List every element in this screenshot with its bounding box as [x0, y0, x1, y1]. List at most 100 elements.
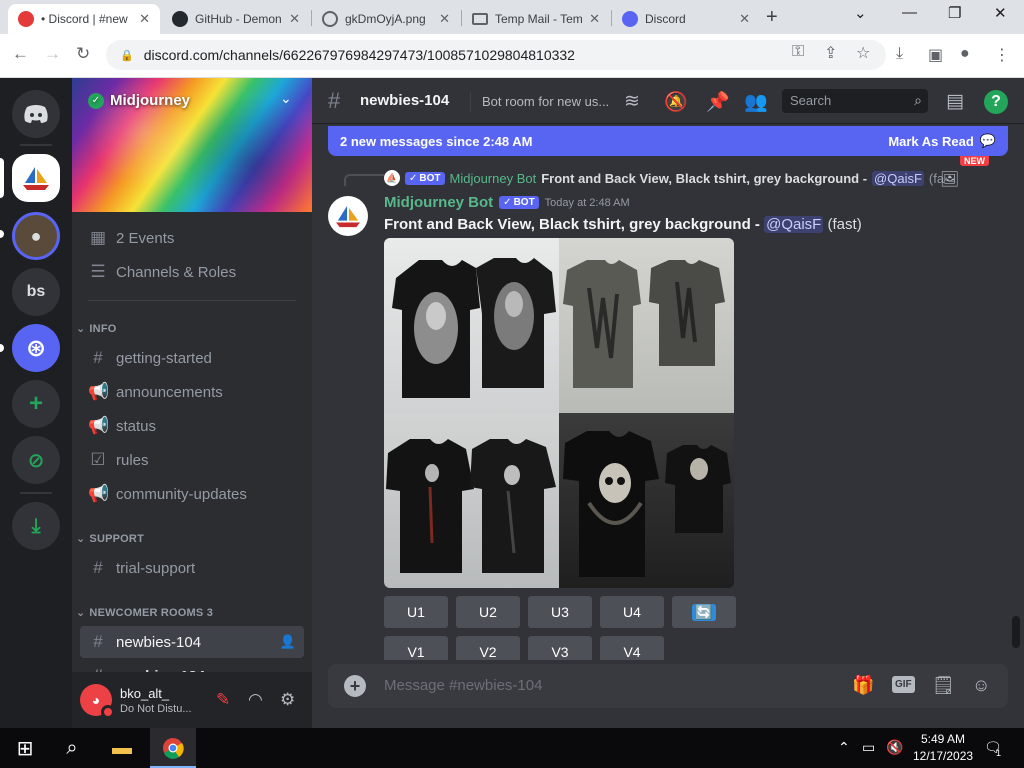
browser-tab-temp-mail[interactable]: Temp Mail - Tem ✕: [462, 4, 610, 34]
channel-status[interactable]: 📢 status: [80, 410, 304, 442]
close-tab-icon[interactable]: ✕: [289, 11, 300, 27]
threads-icon[interactable]: ≋: [624, 90, 640, 113]
server-header[interactable]: ✓ Midjourney: [88, 92, 190, 109]
reroll-button[interactable]: 🔄: [672, 596, 736, 628]
new-messages-bar[interactable]: 2 new messages since 2:48 AM Mark As Rea…: [328, 126, 1008, 156]
search-icon[interactable]: ⌕: [60, 736, 84, 760]
variation-3-button[interactable]: V3: [528, 636, 592, 660]
settings-gear-icon[interactable]: ⚙: [280, 690, 295, 710]
back-arrow-icon[interactable]: ←: [12, 44, 29, 64]
server-bs[interactable]: bs: [12, 268, 60, 316]
clock-date[interactable]: 12/17/2023: [913, 749, 973, 763]
upscale-2-button[interactable]: U2: [456, 596, 520, 628]
server-avatar[interactable]: ●: [12, 212, 60, 260]
channel-getting-started[interactable]: # getting-started: [80, 342, 304, 374]
explore-compass-icon[interactable]: ⊘: [12, 436, 60, 484]
events-row[interactable]: ▦ 2 Events: [80, 222, 304, 254]
new-tab-icon[interactable]: +: [766, 6, 778, 29]
close-tab-icon[interactable]: ✕: [739, 11, 750, 27]
refresh-icon: 🔄: [692, 603, 716, 621]
generated-image-grid[interactable]: [384, 238, 734, 588]
upscale-1-button[interactable]: U1: [384, 596, 448, 628]
server-film[interactable]: ⊛: [12, 324, 60, 372]
chrome-menu-icon[interactable]: ⋮: [994, 45, 1010, 65]
address-bar[interactable]: 🔒 discord.com/channels/66226797698429747…: [106, 40, 886, 70]
key-icon[interactable]: ⚿: [792, 43, 804, 61]
channel-announcements[interactable]: 📢 announcements: [80, 376, 304, 408]
chevron-down-icon[interactable]: ⌄: [280, 90, 292, 107]
message-input-box[interactable]: + Message #newbies-104 🎁 GIF 🗒 ☺: [328, 664, 1008, 708]
sticker-icon[interactable]: 🗒: [932, 675, 955, 696]
download-icon[interactable]: ⤓: [896, 45, 903, 63]
category-newcomer-rooms[interactable]: ⌄ NEWCOMER ROOMS 3: [76, 606, 214, 620]
file-explorer-icon[interactable]: ▬: [110, 736, 134, 760]
volume-muted-icon[interactable]: 🔇: [886, 739, 903, 756]
message-mention[interactable]: @QaisF: [764, 216, 824, 233]
reply-author[interactable]: Midjourney Bot: [450, 171, 537, 186]
reload-icon[interactable]: ↻: [76, 44, 90, 64]
close-window-icon[interactable]: ✕: [994, 4, 1007, 22]
headphones-icon[interactable]: ◠: [248, 690, 263, 710]
variation-1-button[interactable]: V1: [384, 636, 448, 660]
mark-as-read-button[interactable]: Mark As Read 💬: [888, 133, 996, 149]
variation-4-button[interactable]: V4: [600, 636, 664, 660]
channel-newbies-104[interactable]: # newbies-104 👤: [80, 626, 304, 658]
user-avatar[interactable]: ◕: [80, 684, 115, 719]
add-server-icon[interactable]: +: [12, 380, 60, 428]
discord-home-icon[interactable]: [12, 90, 60, 138]
channel-trial-support[interactable]: # trial-support: [80, 552, 304, 584]
browser-tab-github[interactable]: GitHub - Demon ✕: [162, 4, 310, 34]
server-midjourney[interactable]: [12, 154, 60, 202]
clock-time[interactable]: 5:49 AM: [913, 732, 973, 746]
download-apps-icon[interactable]: ⤓: [12, 502, 60, 550]
emoji-icon[interactable]: ☺: [972, 675, 990, 696]
windows-start-icon[interactable]: ⊞: [14, 736, 36, 760]
pin-icon[interactable]: 📌: [706, 90, 730, 114]
close-tab-icon[interactable]: ✕: [589, 11, 600, 27]
search-input[interactable]: Search ⌕: [782, 89, 928, 113]
close-tab-icon[interactable]: ✕: [139, 11, 150, 27]
category-info[interactable]: ⌄ INFO: [76, 322, 117, 336]
chrome-icon[interactable]: [161, 736, 185, 760]
chat-scrollbar[interactable]: [1012, 616, 1020, 648]
minimize-icon[interactable]: —: [902, 4, 917, 21]
browser-tab-image[interactable]: gkDmOyjA.png ✕: [312, 4, 460, 34]
channel-rules[interactable]: ☑ rules: [80, 444, 304, 476]
tshirt-image-2: [559, 238, 734, 413]
channel-community-updates[interactable]: 📢 community-updates: [80, 478, 304, 510]
restore-icon[interactable]: ❐: [948, 4, 961, 22]
side-panel-icon[interactable]: ▣: [928, 45, 943, 65]
channels-roles-row[interactable]: ☰ Channels & Roles: [80, 256, 304, 288]
browser-tab-discord-channel[interactable]: • Discord | #new ✕: [8, 4, 160, 34]
close-tab-icon[interactable]: ✕: [439, 11, 450, 27]
forward-arrow-icon[interactable]: →: [44, 44, 61, 64]
variation-2-button[interactable]: V2: [456, 636, 520, 660]
upscale-3-button[interactable]: U3: [528, 596, 592, 628]
network-icon[interactable]: ▭: [862, 739, 875, 756]
show-hidden-icons-icon[interactable]: ⌃: [838, 739, 850, 756]
gift-icon[interactable]: 🎁: [852, 675, 874, 696]
help-icon[interactable]: ?: [984, 90, 1008, 114]
add-member-icon[interactable]: 👤: [280, 634, 296, 650]
profile-icon[interactable]: ●: [960, 45, 970, 63]
upscale-4-button[interactable]: U4: [600, 596, 664, 628]
add-attachment-icon[interactable]: +: [344, 675, 366, 697]
muted-microphone-icon[interactable]: ✎: [216, 690, 230, 710]
browser-tab-discord[interactable]: Discord ✕: [612, 4, 760, 34]
gif-icon[interactable]: GIF: [892, 676, 915, 693]
share-icon[interactable]: ⇪: [824, 43, 837, 63]
message-input[interactable]: Message #newbies-104: [384, 677, 542, 694]
reply-preview[interactable]: ⛵ ✓ BOT Midjourney Bot Front and Back Vie…: [384, 170, 964, 186]
inbox-icon[interactable]: ▤: [946, 90, 964, 113]
category-label: NEWCOMER ROOMS 3: [89, 606, 214, 619]
bookmark-star-icon[interactable]: ☆: [856, 43, 870, 63]
discord-logo-icon: ◕: [91, 692, 101, 708]
message-author[interactable]: Midjourney Bot: [384, 194, 493, 211]
notification-bell-muted-icon[interactable]: 🔕: [664, 90, 688, 114]
bot-avatar[interactable]: [328, 196, 368, 236]
member-list-icon[interactable]: 👥: [744, 90, 768, 114]
category-support[interactable]: ⌄ SUPPORT: [76, 532, 144, 546]
tab-search-icon[interactable]: ⌄: [854, 4, 867, 22]
reply-mention[interactable]: @QaisF: [872, 170, 924, 186]
channel-topic[interactable]: Bot room for new us...: [482, 94, 609, 109]
